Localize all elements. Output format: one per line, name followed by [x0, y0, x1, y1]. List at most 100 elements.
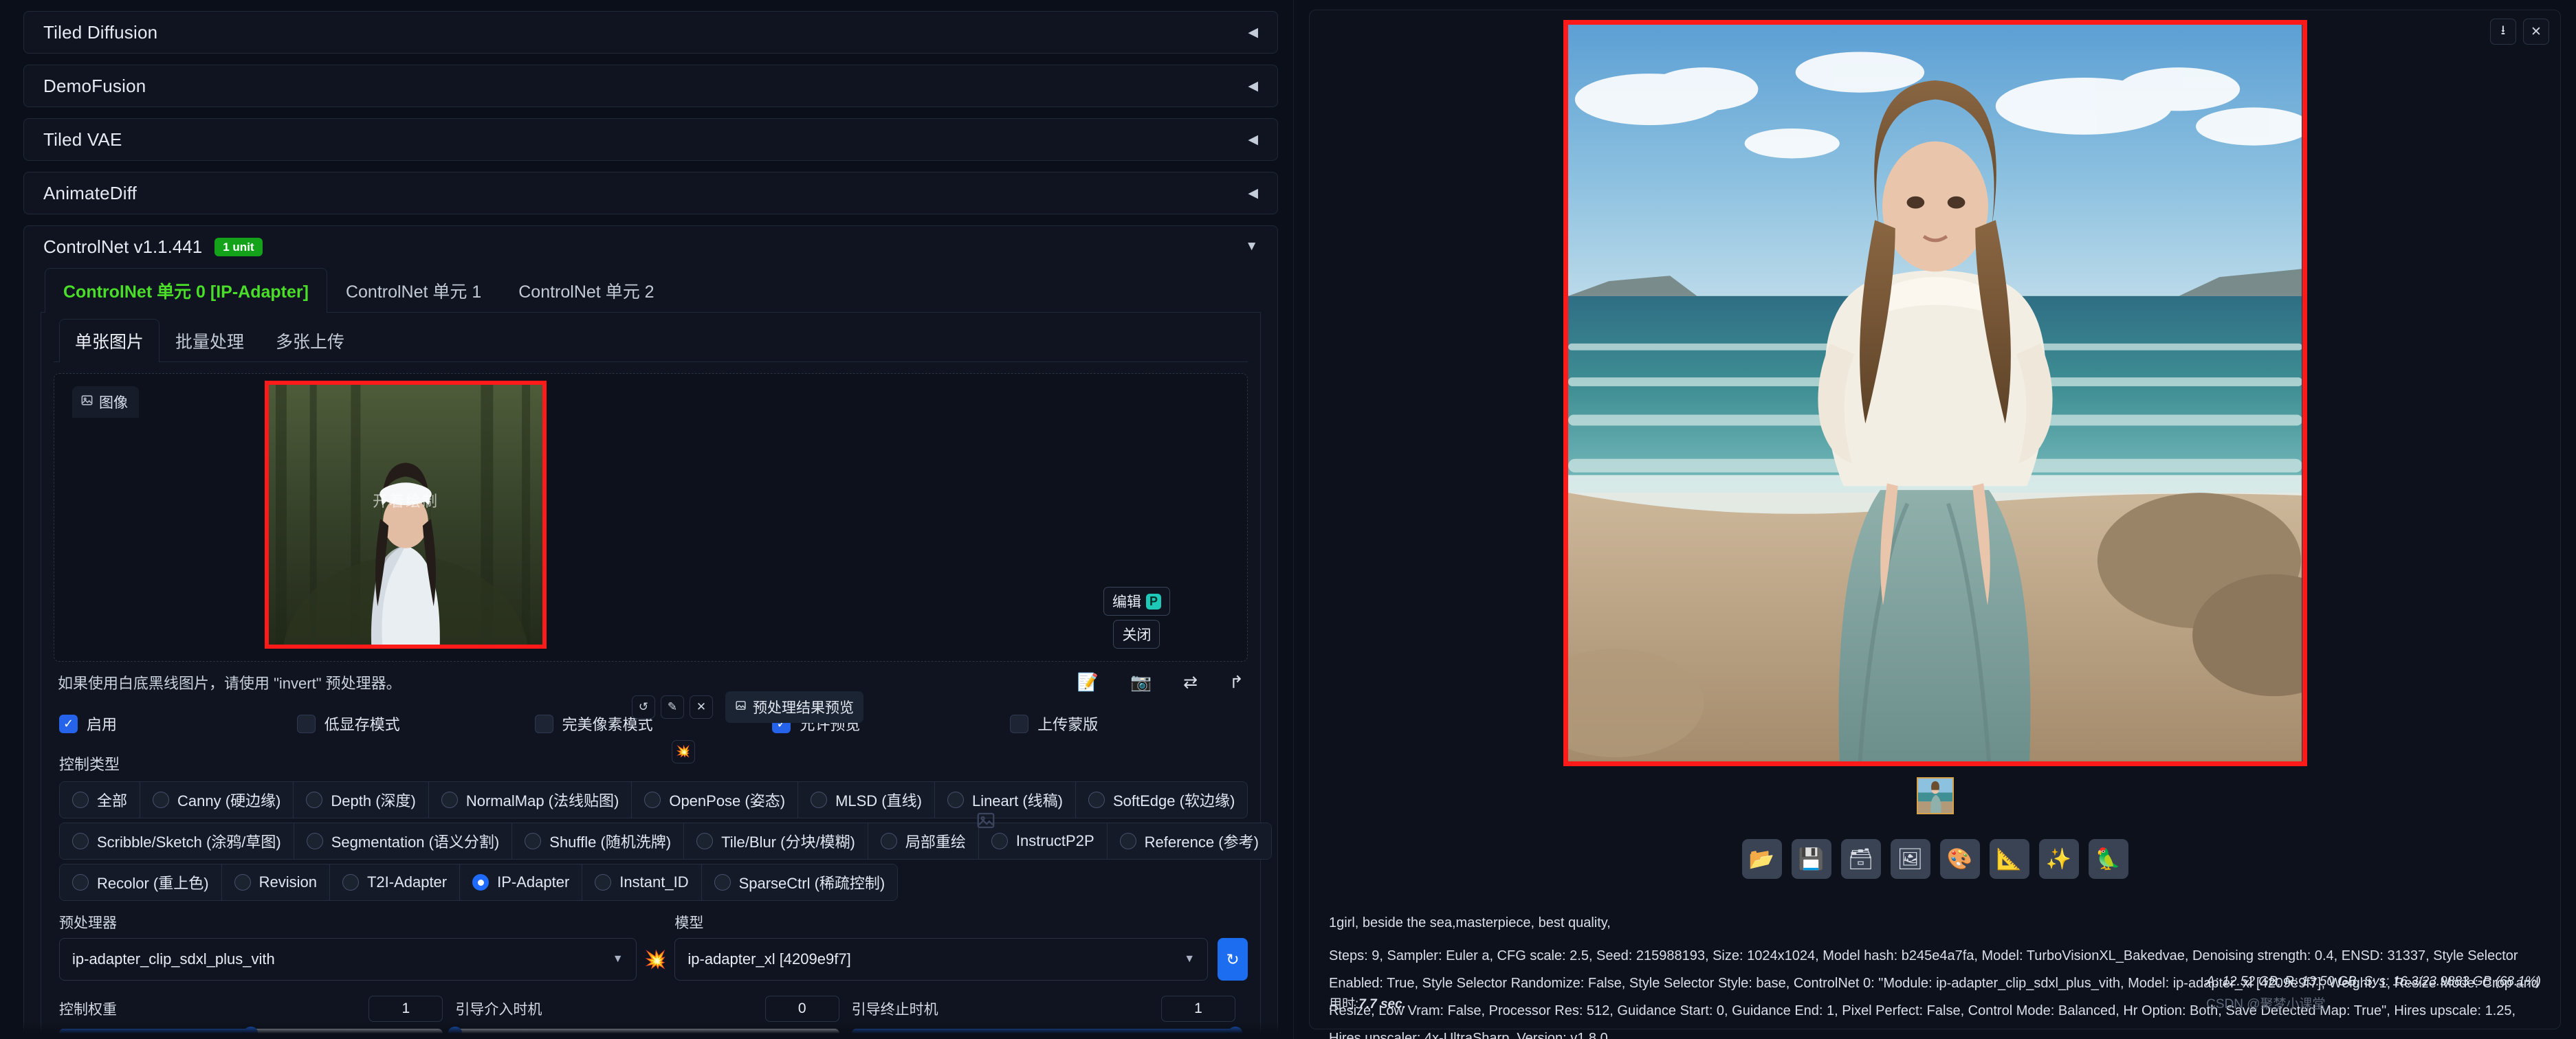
- radio-label: Canny (硬边缘): [177, 792, 281, 809]
- tab-controlnet-unit-2[interactable]: ControlNet 单元 2: [500, 268, 672, 313]
- radio-openpose[interactable]: OpenPose (姿态): [632, 782, 799, 818]
- radio-dot: [342, 874, 359, 891]
- close-button[interactable]: 关闭: [1113, 620, 1160, 649]
- radio-revision[interactable]: Revision: [221, 864, 330, 900]
- camera-icon[interactable]: 📷: [1130, 673, 1152, 693]
- controlnet-panel: ControlNet v1.1.441 1 unit ▼ ControlNet …: [23, 225, 1278, 1039]
- radio-depth[interactable]: Depth (深度): [294, 782, 429, 818]
- radio-recolor[interactable]: Recolor (重上色): [60, 864, 222, 900]
- chevron-down-icon: ▼: [612, 953, 624, 965]
- radio-dot: [525, 833, 542, 849]
- slider-value[interactable]: 1: [1160, 996, 1235, 1022]
- controlnet-input-thumbnail[interactable]: 开着绘制: [265, 381, 547, 649]
- radio-scribble[interactable]: Scribble/Sketch (涂鸦/草图): [60, 823, 294, 859]
- radio-label: MLSD (直线): [835, 792, 922, 809]
- checkbox-upload-mask[interactable]: 上传蒙版: [1010, 713, 1248, 735]
- download-icon[interactable]: ⭳: [2490, 19, 2516, 45]
- radio-all[interactable]: 全部: [60, 782, 141, 818]
- elapsed-time-label: 用时:: [1329, 997, 1359, 1012]
- radio-sparsectrl[interactable]: SparseCtrl (稀疏控制): [701, 864, 898, 900]
- preprocessor-select[interactable]: ip-adapter_clip_sdxl_plus_vith ▼: [59, 938, 637, 981]
- radio-softedge[interactable]: SoftEdge (软边缘): [1076, 782, 1248, 818]
- tab-controlnet-unit-0[interactable]: ControlNet 单元 0 [IP-Adapter]: [45, 268, 327, 313]
- radio-normalmap[interactable]: NormalMap (法线贴图): [428, 782, 632, 818]
- radio-label: Shuffle (随机洗牌): [549, 834, 672, 851]
- radio-shuffle[interactable]: Shuffle (随机洗牌): [512, 823, 685, 859]
- right-panel: ⭳ ✕ 📂 💾 🗃 🖼 🎨 📐 ✨ 🦜 1girl, beside the se…: [1293, 0, 2576, 1039]
- model-selection-row: 预处理器 ip-adapter_clip_sdxl_plus_vith ▼ 💥 …: [54, 912, 1248, 981]
- source-tabs: 单张图片 批量处理 多张上传: [54, 318, 1248, 362]
- parrot-icon[interactable]: 🦜: [2088, 839, 2128, 879]
- image-action-icons: 📝 📷 ⇄ ↱: [1077, 672, 1244, 693]
- generated-image[interactable]: [1563, 20, 2307, 766]
- radio-tile-blur[interactable]: Tile/Blur (分块/模糊): [684, 823, 868, 859]
- preprocessor-value: ip-adapter_clip_sdxl_plus_vith: [72, 950, 275, 968]
- radio-label: 全部: [97, 792, 128, 809]
- slider-value[interactable]: 1: [368, 996, 443, 1022]
- swap-icon[interactable]: ⇄: [1183, 672, 1198, 693]
- radio-dot: [595, 874, 612, 891]
- tab-multi-upload[interactable]: 多张上传: [260, 319, 360, 362]
- tab-batch[interactable]: 批量处理: [159, 319, 260, 362]
- checkbox-low-vram[interactable]: 低显存模式: [296, 713, 535, 735]
- radio-label: Reference (参考): [1144, 834, 1259, 851]
- radio-mlsd[interactable]: MLSD (直线): [798, 782, 935, 818]
- send-to-img2img-icon[interactable]: 🖼: [1890, 839, 1930, 879]
- save-icon[interactable]: 💾: [1791, 839, 1831, 879]
- radio-reference[interactable]: Reference (参考): [1107, 823, 1271, 859]
- footer-right: A: 12.52 GB, R: 13.50 GB, Sys: 16.3/23.9…: [2206, 974, 2541, 1012]
- sparkles-icon[interactable]: ✨: [2038, 839, 2079, 879]
- photopea-icon: P: [1145, 593, 1161, 610]
- run-preprocessor-icon[interactable]: 💥: [672, 740, 695, 763]
- radio-ip-adapter[interactable]: IP-Adapter: [460, 864, 583, 900]
- unit-0-content: 单张图片 批量处理 多张上传 图像 开着绘制 ↺ ✎ ✕ 预处理结果预览 💥 编…: [41, 313, 1272, 1039]
- accordion-animatediff[interactable]: AnimateDiff ◀: [23, 172, 1278, 214]
- radio-label: Lineart (线稿): [971, 792, 1063, 809]
- accordion-demofusion[interactable]: DemoFusion ◀: [23, 65, 1278, 107]
- tab-controlnet-unit-1[interactable]: ControlNet 单元 1: [327, 268, 500, 313]
- accordion-tiled-diffusion[interactable]: Tiled Diffusion ◀: [23, 11, 1278, 54]
- close-icon[interactable]: ✕: [2523, 19, 2549, 45]
- pen-icon[interactable]: ✎: [661, 695, 684, 719]
- slider-label: 控制权重: [59, 1002, 117, 1018]
- model-column: 模型 ip-adapter_xl [4209e9f7] ▼: [674, 912, 1209, 981]
- radio-instructp2p[interactable]: InstructP2P: [978, 823, 1108, 859]
- thumbnail-artwork: [269, 385, 542, 645]
- radio-instant-id[interactable]: Instant_ID: [582, 864, 702, 900]
- watermark: CSDN @聚梦小课堂: [2206, 997, 2326, 1012]
- prompt-text: 1girl, beside the sea,masterpiece, best …: [1329, 915, 1611, 930]
- radio-inpaint[interactable]: 局部重绘: [868, 823, 979, 859]
- clear-icon[interactable]: ✕: [690, 695, 713, 719]
- radio-label: SoftEdge (软边缘): [1113, 792, 1235, 809]
- image-drop-zone[interactable]: 图像 开着绘制 ↺ ✎ ✕ 预处理结果预览 💥 编辑 P 关闭: [54, 373, 1248, 829]
- image-source-chip[interactable]: 图像: [72, 386, 139, 418]
- folder-icon[interactable]: 📂: [1741, 839, 1782, 879]
- ruler-icon[interactable]: 📐: [1989, 839, 2029, 879]
- radio-dot: [306, 833, 323, 849]
- elapsed-time: 用时:7.7 sec.: [1329, 994, 1406, 1012]
- checkbox-label: 上传蒙版: [1037, 716, 1099, 733]
- archive-icon[interactable]: 🗃: [1840, 839, 1881, 879]
- controlnet-header[interactable]: ControlNet v1.1.441 1 unit ▼: [24, 226, 1277, 267]
- tab-single-image[interactable]: 单张图片: [59, 319, 160, 362]
- radio-dot: [696, 833, 714, 849]
- slider-value[interactable]: 0: [764, 996, 839, 1022]
- accordion-tiled-vae[interactable]: Tiled VAE ◀: [23, 118, 1278, 161]
- radio-t2i-adapter[interactable]: T2I-Adapter: [329, 864, 461, 900]
- radio-lineart[interactable]: Lineart (线稿): [934, 782, 1076, 818]
- refresh-models-button[interactable]: ↻: [1218, 938, 1248, 981]
- palette-icon[interactable]: 🎨: [1939, 839, 1980, 879]
- undo-icon[interactable]: ↺: [632, 695, 655, 719]
- send-icon[interactable]: ↱: [1229, 672, 1244, 693]
- model-select[interactable]: ip-adapter_xl [4209e9f7] ▼: [674, 938, 1209, 981]
- radio-canny[interactable]: Canny (硬边缘): [140, 782, 294, 818]
- gallery-thumbnail[interactable]: [1916, 777, 1954, 814]
- edit-button[interactable]: 编辑 P: [1103, 587, 1170, 616]
- radio-segmentation[interactable]: Segmentation (语义分割): [294, 823, 513, 859]
- preview-preprocessor-button[interactable]: 预处理结果预览: [725, 691, 863, 723]
- radio-label: NormalMap (法线贴图): [465, 792, 619, 809]
- radio-label: T2I-Adapter: [366, 873, 448, 891]
- checkbox-enable[interactable]: ✓ 启用: [59, 713, 297, 735]
- edit-note-icon[interactable]: 📝: [1077, 673, 1099, 693]
- status-footer: 用时:7.7 sec. A: 12.52 GB, R: 13.50 GB, Sy…: [1329, 974, 2541, 1012]
